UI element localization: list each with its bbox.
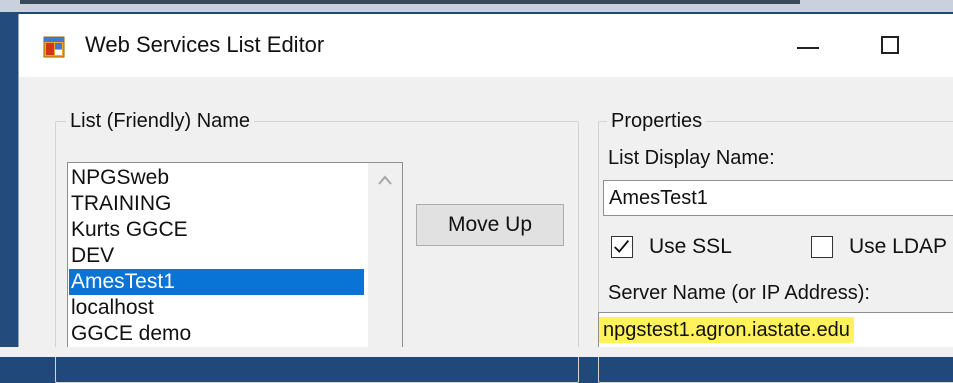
window-title: Web Services List Editor xyxy=(85,32,325,57)
list-item[interactable]: DEV xyxy=(69,243,364,269)
desktop-edge xyxy=(0,12,18,357)
title-bar[interactable]: Web Services List Editor xyxy=(19,14,953,77)
use-ssl-label: Use SSL xyxy=(649,235,732,258)
scroll-up-arrow-icon[interactable] xyxy=(378,175,392,185)
background-window-edge xyxy=(20,0,800,4)
list-display-name-field[interactable]: AmesTest1 xyxy=(603,180,953,216)
properties-group-label: Properties xyxy=(607,110,707,133)
use-ldap-label: Use LDAP xyxy=(849,235,948,258)
web-services-listbox[interactable]: NPGSweb TRAINING Kurts GGCE DEV AmesTest… xyxy=(67,162,403,357)
list-display-name-label: List Display Name: xyxy=(608,147,775,169)
list-item[interactable]: NPGSweb xyxy=(69,165,364,191)
list-item[interactable]: TRAINING xyxy=(69,191,364,217)
list-item[interactable]: localhost xyxy=(69,295,364,321)
minimize-button[interactable] xyxy=(789,32,829,60)
maximize-button[interactable] xyxy=(875,32,915,60)
server-name-value: npgstest1.agron.iastate.edu xyxy=(599,317,854,343)
editor-window: Web Services List Editor List (Friendly)… xyxy=(18,14,953,383)
use-ldap-checkbox[interactable] xyxy=(811,236,833,258)
minimize-icon xyxy=(797,47,819,49)
use-ssl-checkbox[interactable] xyxy=(611,236,633,258)
checkmark-icon xyxy=(614,240,630,253)
list-item-selected[interactable]: AmesTest1 xyxy=(69,269,364,295)
maximize-icon xyxy=(881,36,899,54)
list-item[interactable]: Kurts GGCE xyxy=(69,217,364,243)
server-name-field[interactable]: npgstest1.agron.iastate.edu xyxy=(598,312,953,350)
dialog-client-area: List (Friendly) Name Properties NPGSweb … xyxy=(19,77,953,383)
background-window-strip xyxy=(0,0,953,12)
window-bottom-edge xyxy=(0,347,953,357)
server-name-label: Server Name (or IP Address): xyxy=(608,282,870,304)
list-item[interactable]: GGCE demo xyxy=(69,321,364,347)
listbox-scrollbar[interactable] xyxy=(368,163,402,356)
move-up-button[interactable]: Move Up xyxy=(416,204,564,246)
app-window-icon xyxy=(43,36,65,58)
list-name-group-label: List (Friendly) Name xyxy=(66,110,255,133)
